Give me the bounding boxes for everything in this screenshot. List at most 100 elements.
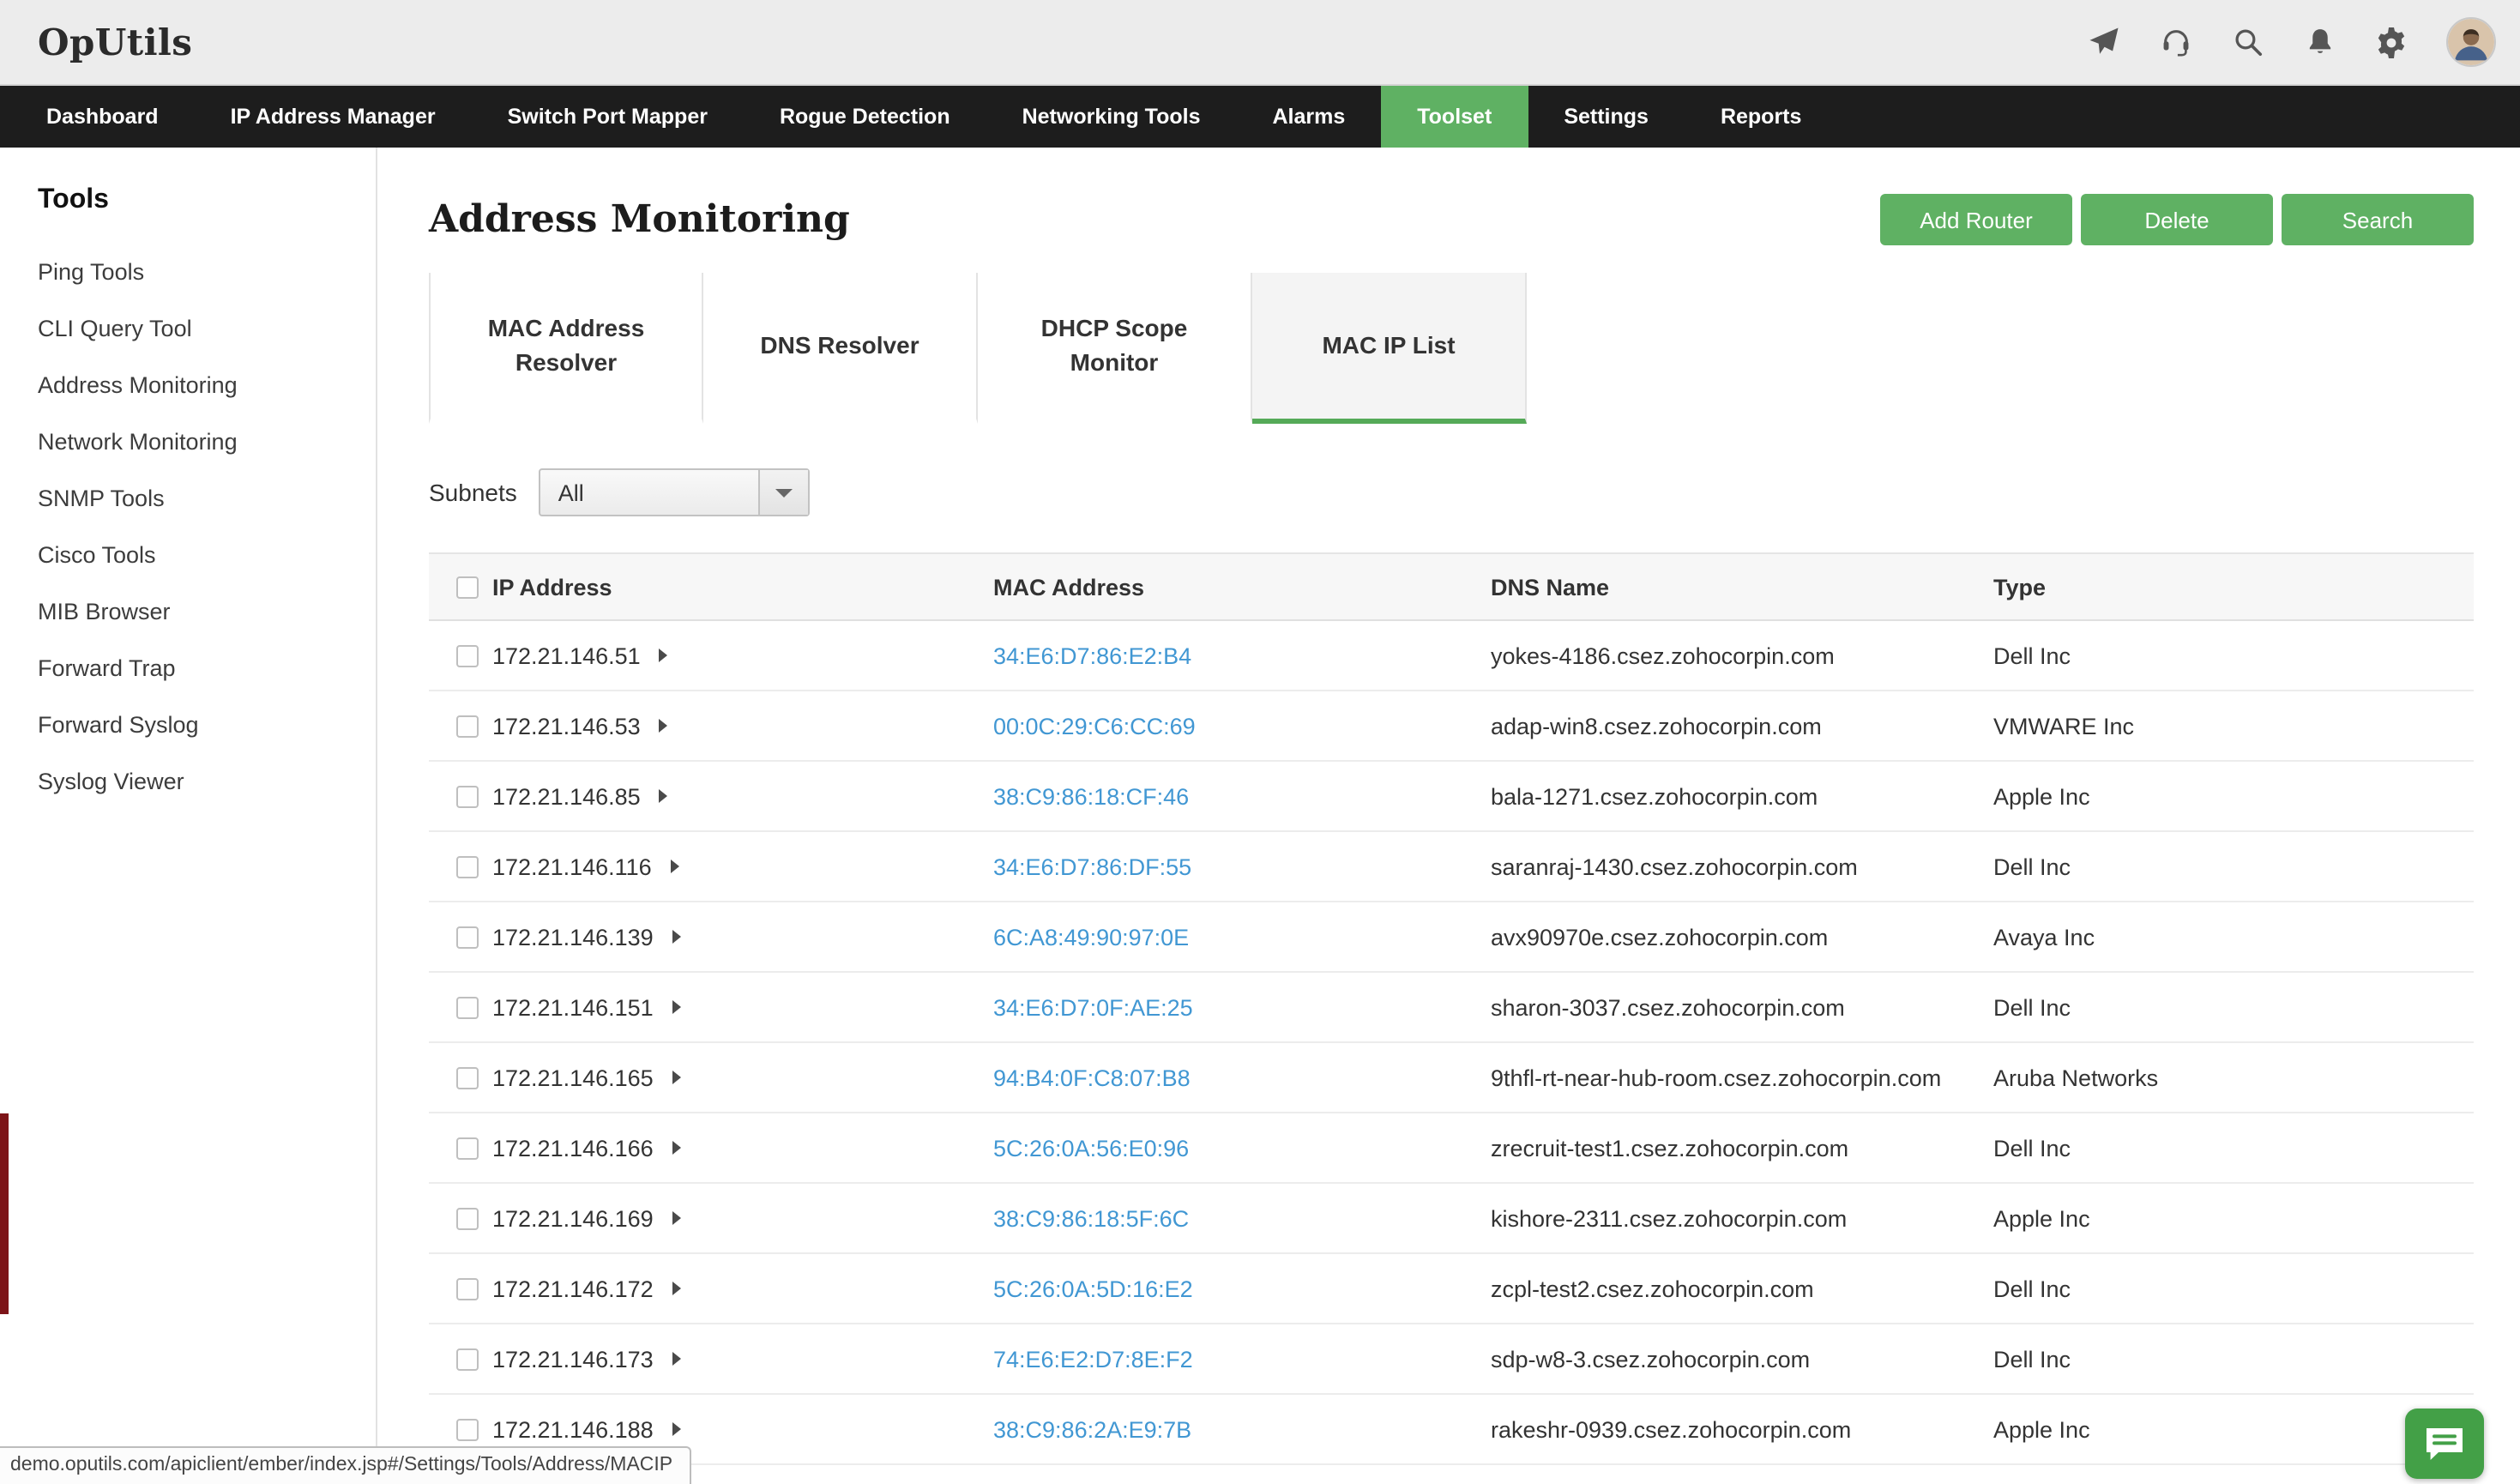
select-all-checkbox[interactable] [456,576,479,598]
ip-address: 172.21.146.172 [492,1276,654,1301]
sidebar-item-address-monitoring[interactable]: Address Monitoring [0,357,376,413]
mac-address-link[interactable]: 38:C9:86:18:5F:6C [993,1205,1189,1231]
mac-address-link[interactable]: 34:E6:D7:86:E2:B4 [993,642,1191,668]
sidebar-item-ping-tools[interactable]: Ping Tools [0,244,376,300]
notifications-icon[interactable] [2302,25,2336,59]
mac-address-link[interactable]: 38:C9:86:18:CF:46 [993,783,1189,809]
feedback-tab[interactable] [0,1113,9,1314]
dns-name: sdp-w8-3.csez.zohocorpin.com [1491,1346,1993,1372]
sidebar-item-mib-browser[interactable]: MIB Browser [0,583,376,640]
nav-tab-reports[interactable]: Reports [1685,86,1837,148]
row-checkbox[interactable] [456,1277,479,1300]
ip-address: 172.21.146.85 [492,783,641,809]
mac-address-link[interactable]: 6C:A8:49:90:97:0E [993,924,1189,950]
nav-tab-networking-tools[interactable]: Networking Tools [986,86,1237,148]
dns-name: zrecruit-test1.csez.zohocorpin.com [1491,1135,1993,1161]
expand-row-icon[interactable] [660,789,668,803]
nav-tab-ip-address-manager[interactable]: IP Address Manager [195,86,472,148]
sidebar-item-forward-syslog[interactable]: Forward Syslog [0,697,376,753]
table-row: 172.21.146.51 34:E6:D7:86:E2:B4 yokes-4186… [429,621,2474,691]
tab-label: MAC Address Resolver [465,312,667,379]
row-checkbox[interactable] [456,855,479,878]
mac-address-link[interactable]: 00:0C:29:C6:CC:69 [993,713,1196,739]
expand-row-icon[interactable] [672,1141,681,1155]
delete-button[interactable]: Delete [2081,194,2273,245]
sidebar-item-syslog-viewer[interactable]: Syslog Viewer [0,753,376,810]
mac-address-link[interactable]: 5C:26:0A:56:E0:96 [993,1135,1189,1161]
tab-dhcp-scope-monitor[interactable]: DHCP Scope Monitor [978,273,1252,424]
expand-row-icon[interactable] [672,1352,681,1366]
settings-icon[interactable] [2374,25,2408,59]
row-checkbox[interactable] [456,1418,479,1440]
expand-row-icon[interactable] [671,860,679,873]
add-router-button[interactable]: Add Router [1880,194,2072,245]
ip-address: 172.21.146.53 [492,713,641,739]
expand-row-icon[interactable] [672,1071,681,1084]
table-row: 172.21.146.166 5C:26:0A:56:E0:96 zrecruit-… [429,1113,2474,1184]
tab-dns-resolver[interactable]: DNS Resolver [703,273,978,424]
dns-name: rakeshr-0939.csez.zohocorpin.com [1491,1416,1993,1442]
device-type: VMWARE Inc [1993,713,2474,739]
nav-tab-dashboard[interactable]: Dashboard [10,86,195,148]
nav-tab-settings[interactable]: Settings [1528,86,1685,148]
user-avatar[interactable] [2446,17,2496,67]
sidebar-item-snmp-tools[interactable]: SNMP Tools [0,470,376,527]
tab-mac-address-resolver[interactable]: MAC Address Resolver [429,273,703,424]
content-area: Tools Ping ToolsCLI Query ToolAddress Mo… [0,148,2520,1484]
nav-tab-alarms[interactable]: Alarms [1236,86,1381,148]
sidebar-item-forward-trap[interactable]: Forward Trap [0,640,376,697]
mac-address-link[interactable]: 34:E6:D7:0F:AE:25 [993,994,1193,1020]
sidebar-item-cli-query-tool[interactable]: CLI Query Tool [0,300,376,357]
expand-row-icon[interactable] [672,930,681,944]
launch-icon[interactable] [2086,25,2120,59]
expand-row-icon[interactable] [660,648,668,662]
subnets-select[interactable]: All [540,468,811,516]
expand-row-icon[interactable] [672,1422,681,1436]
chat-bubble-icon [2422,1423,2467,1464]
dns-name: avx90970e.csez.zohocorpin.com [1491,924,1993,950]
main-nav: DashboardIP Address ManagerSwitch Port M… [0,86,2520,148]
nav-tab-rogue-detection[interactable]: Rogue Detection [744,86,986,148]
search-icon[interactable] [2230,25,2264,59]
ip-address: 172.21.146.166 [492,1135,654,1161]
mac-address-link[interactable]: 74:E6:E2:D7:8E:F2 [993,1346,1193,1372]
expand-row-icon[interactable] [672,1211,681,1225]
row-checkbox[interactable] [456,996,479,1018]
device-type: Apple Inc [1993,1205,2474,1231]
ip-address: 172.21.146.139 [492,924,654,950]
nav-tab-switch-port-mapper[interactable]: Switch Port Mapper [472,86,744,148]
row-checkbox[interactable] [456,1137,479,1159]
row-checkbox[interactable] [456,644,479,667]
search-button[interactable]: Search [2282,194,2474,245]
expand-row-icon[interactable] [672,1282,681,1295]
row-checkbox[interactable] [456,1348,479,1370]
nav-tabs: DashboardIP Address ManagerSwitch Port M… [10,86,1837,148]
row-checkbox[interactable] [456,1207,479,1229]
expand-row-icon[interactable] [660,719,668,733]
dns-name: saranraj-1430.csez.zohocorpin.com [1491,854,1993,879]
mac-address-link[interactable]: 94:B4:0F:C8:07:B8 [993,1065,1191,1090]
row-checkbox[interactable] [456,1066,479,1089]
tab-mac-ip-list[interactable]: MAC IP List [1252,273,1527,424]
sidebar-item-network-monitoring[interactable]: Network Monitoring [0,413,376,470]
device-type: Dell Inc [1993,994,2474,1020]
live-chat-button[interactable] [2405,1409,2484,1479]
support-headset-icon[interactable] [2158,25,2192,59]
mac-address-link[interactable]: 5C:26:0A:5D:16:E2 [993,1276,1193,1301]
expand-row-icon[interactable] [672,1000,681,1014]
ip-address: 172.21.146.151 [492,994,654,1020]
table-row: 172.21.146.17374:E6:E2:D7:8E:F2sdp-w8-3.… [429,1324,2474,1395]
subnets-dropdown-button[interactable] [759,470,809,515]
nav-tab-toolset[interactable]: Toolset [1381,86,1528,148]
sidebar-item-cisco-tools[interactable]: Cisco Tools [0,527,376,583]
mac-address-link[interactable]: 38:C9:86:2A:E9:7B [993,1416,1191,1442]
ip-address: 172.21.146.51 [492,642,641,668]
dns-name: yokes-4186.csez.zohocorpin.com [1491,642,1993,668]
table-row: 172.21.146.139 6C:A8:49:90:97:0E avx90970e… [429,902,2474,973]
mac-address-link[interactable]: 34:E6:D7:86:DF:55 [993,854,1191,879]
tab-label: DHCP Scope Monitor [1013,312,1215,379]
column-header-mac: MAC Address [993,574,1491,600]
row-checkbox[interactable] [456,715,479,737]
row-checkbox[interactable] [456,785,479,807]
row-checkbox[interactable] [456,926,479,948]
